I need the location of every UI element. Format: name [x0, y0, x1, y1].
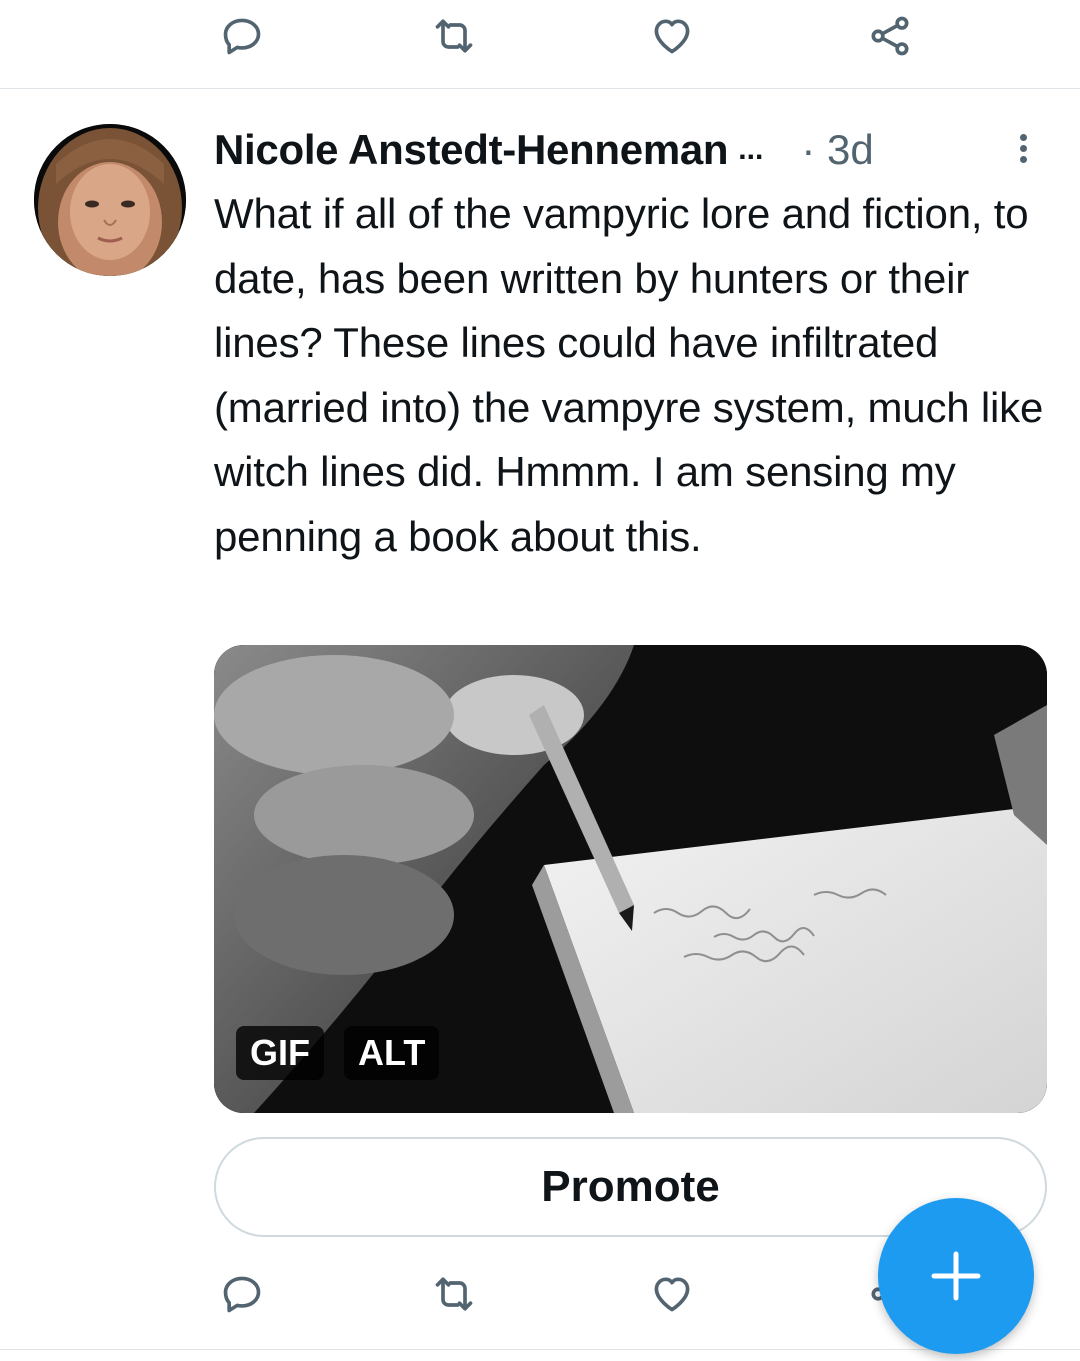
like-button[interactable] — [642, 1264, 702, 1324]
like-icon — [654, 19, 690, 54]
retweet-button[interactable] — [424, 6, 484, 66]
more-dot — [1020, 134, 1027, 141]
reply-icon — [223, 1276, 261, 1313]
tweet-text: What if all of the vampyric lore and fic… — [214, 190, 1044, 560]
like-icon — [654, 1277, 690, 1312]
compose-tweet-button[interactable] — [878, 1198, 1034, 1354]
plus-icon — [931, 1251, 981, 1301]
alt-badge[interactable]: ALT — [344, 1026, 440, 1080]
retweet-icon — [435, 19, 473, 53]
gif-badge: GIF — [236, 1026, 324, 1080]
like-button[interactable] — [642, 6, 702, 66]
reply-button[interactable] — [212, 1264, 272, 1324]
bottom-divider — [0, 1349, 1080, 1350]
avatar[interactable] — [34, 124, 186, 276]
more-dot — [1020, 156, 1027, 163]
name-ellipsis: ... — [738, 133, 764, 166]
share-icon — [871, 16, 909, 56]
tweet-header: Nicole Anstedt-Henneman ... · 3d — [214, 122, 1014, 178]
reply-button[interactable] — [212, 6, 272, 66]
more-dot — [1020, 145, 1027, 152]
gif-image — [214, 645, 1047, 1113]
tweet-divider — [0, 88, 1080, 89]
top-action-bar — [0, 0, 1080, 80]
profile-photo — [34, 124, 186, 276]
author-name[interactable]: Nicole Anstedt-Henneman — [214, 126, 729, 174]
tweet-media[interactable]: GIF ALT — [214, 645, 1047, 1113]
more-options-button[interactable] — [1004, 126, 1044, 170]
reply-icon — [223, 18, 261, 55]
retweet-icon — [435, 1277, 473, 1311]
retweet-button[interactable] — [424, 1264, 484, 1324]
share-button[interactable] — [860, 6, 920, 66]
timestamp[interactable]: · 3d — [801, 126, 875, 174]
